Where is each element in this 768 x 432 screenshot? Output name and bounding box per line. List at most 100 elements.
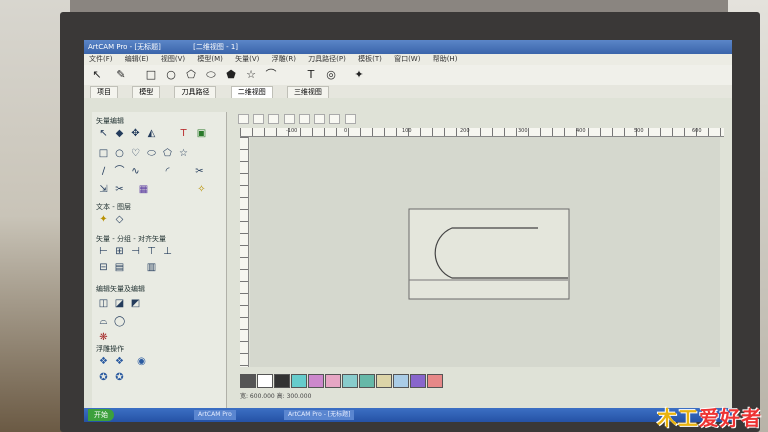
rectangle-icon[interactable]: □ [144, 68, 158, 82]
wizard-icon[interactable]: ✧ [196, 184, 207, 195]
scissors-icon[interactable]: ✂ [114, 184, 125, 195]
prop-button[interactable] [344, 114, 356, 124]
color-swatch[interactable] [325, 374, 341, 388]
ungroup-icon[interactable]: ▥ [146, 262, 157, 273]
offset-icon[interactable]: ⇲ [98, 184, 109, 195]
color-swatch[interactable] [291, 374, 307, 388]
rectangle-icon[interactable]: □ [98, 148, 109, 159]
prop-button[interactable] [314, 114, 326, 124]
texture-icon[interactable]: ▦ [138, 184, 149, 195]
tab-project[interactable]: 项目 [90, 86, 118, 98]
shape-editor-icon[interactable]: ❖ [98, 356, 109, 367]
close-vector-icon[interactable]: ◯ [114, 316, 125, 327]
ellipse-icon[interactable]: ○ [164, 68, 178, 82]
heart-icon[interactable]: ♡ [130, 148, 141, 159]
color-swatch[interactable] [376, 374, 392, 388]
menu-relief[interactable]: 浮雕(R) [272, 55, 296, 63]
polygon-icon[interactable]: ⬠ [162, 148, 173, 159]
text-icon[interactable]: T [304, 68, 318, 82]
arc-icon[interactable]: ⌒ [264, 68, 278, 82]
menu-file[interactable]: 文件(F) [89, 55, 113, 63]
node-icon[interactable]: ◆ [114, 128, 125, 139]
align-right-icon[interactable]: ⊣ [130, 246, 141, 257]
paint-icon[interactable]: ✦ [352, 68, 366, 82]
menu-window[interactable]: 窗口(W) [394, 55, 420, 63]
color-swatch[interactable] [308, 374, 324, 388]
menu-view[interactable]: 视图(V) [161, 55, 185, 63]
intersect-icon[interactable]: ◩ [130, 298, 141, 309]
align-center-icon[interactable]: ⊞ [114, 246, 125, 257]
tab-model[interactable]: 模型 [132, 86, 161, 98]
pentagon-icon[interactable]: ⬟ [224, 68, 238, 82]
curve-icon[interactable]: ∿ [130, 166, 141, 177]
oval-icon[interactable]: ⬭ [146, 148, 157, 159]
window-titlebar[interactable]: ArtCAM Pro - [无标题] [二维视图 - 1] [84, 40, 732, 54]
node-edit-icon[interactable]: ✎ [114, 68, 128, 82]
join-icon[interactable]: ⌓ [98, 316, 109, 327]
color-swatch[interactable] [342, 374, 358, 388]
circle-icon[interactable]: ○ [114, 148, 125, 159]
prop-button[interactable] [238, 114, 249, 124]
turn-icon[interactable]: ✪ [114, 372, 125, 383]
ruler-mark: 0 [344, 128, 348, 134]
align-left-icon[interactable]: ⊢ [98, 246, 109, 257]
color-swatch[interactable] [393, 374, 409, 388]
align-top-icon[interactable]: ⊤ [146, 246, 157, 257]
design-page[interactable] [408, 208, 572, 302]
polygon-icon[interactable]: ⬠ [184, 68, 198, 82]
spin-icon[interactable]: ✪ [98, 372, 109, 383]
color-swatch[interactable] [274, 374, 290, 388]
layer-icon[interactable]: ✦ [98, 214, 109, 225]
color-swatch[interactable] [359, 374, 375, 388]
ruler-mark: -100 [286, 128, 298, 134]
menu-template[interactable]: 模板(T) [358, 55, 382, 63]
distribute-icon[interactable]: ⊟ [98, 262, 109, 273]
smooth-icon[interactable]: ❋ [98, 332, 109, 343]
color-swatch[interactable] [257, 374, 273, 388]
menu-help[interactable]: 帮助(H) [433, 55, 458, 63]
prop-button[interactable] [253, 114, 265, 124]
taskbar-item[interactable]: ArtCAM Pro [194, 410, 236, 420]
weld-icon[interactable]: ◫ [98, 298, 109, 309]
tab-toolpath[interactable]: 刀具路径 [174, 86, 217, 98]
menu-vector[interactable]: 矢量(V) [235, 55, 259, 63]
taskbar-item[interactable]: ArtCAM Pro - [无标题] [284, 410, 355, 420]
color-palette [240, 374, 444, 388]
tab-2d-view[interactable]: 二维视图 [230, 86, 273, 98]
oval-icon[interactable]: ⬭ [204, 68, 218, 82]
start-button[interactable]: 开始 [88, 409, 114, 421]
color-swatch[interactable] [427, 374, 443, 388]
transform-icon[interactable]: ✥ [130, 128, 141, 139]
group-vectors-icon[interactable]: ▤ [114, 262, 125, 273]
ruler-mark: 300 [518, 128, 528, 134]
sphere-icon[interactable]: ◉ [136, 356, 147, 367]
tab-3d-view[interactable]: 三维视图 [286, 86, 329, 98]
arc-icon[interactable]: ⌒ [114, 166, 125, 177]
group-icon[interactable]: ◇ [114, 214, 125, 225]
mirror-icon[interactable]: ◭ [146, 128, 157, 139]
line-icon[interactable]: ∕ [98, 166, 109, 177]
subtract-icon[interactable]: ◪ [114, 298, 125, 309]
prop-button[interactable] [283, 114, 295, 124]
menu-edit[interactable]: 编辑(E) [125, 55, 149, 63]
menu-toolpath[interactable]: 刀具路径(P) [308, 55, 346, 63]
assistant-panel: 矢量编辑 ↖ ◆ ✥ ◭ T ▣ □ ○ ♡ ⬭ ⬠ ☆ ∕ ⌒ ∿ ◜ ✂ ⇲… [92, 112, 227, 412]
text-icon[interactable]: T [178, 128, 189, 139]
relief-icon[interactable]: ◎ [324, 68, 338, 82]
trim-icon[interactable]: ✂ [194, 166, 205, 177]
star-icon[interactable]: ☆ [178, 148, 189, 159]
panel-section-text-layer: 文本 - 图层 [96, 203, 131, 211]
align-bottom-icon[interactable]: ⊥ [162, 246, 173, 257]
star-icon[interactable]: ☆ [244, 68, 258, 82]
select-icon[interactable]: ↖ [90, 68, 104, 82]
prop-button[interactable] [329, 114, 341, 124]
prop-button[interactable] [268, 114, 280, 124]
color-swatch[interactable] [240, 374, 256, 388]
extrude-icon[interactable]: ❖ [114, 356, 125, 367]
fillet-icon[interactable]: ◜ [162, 166, 173, 177]
select-icon[interactable]: ↖ [98, 128, 109, 139]
bitmap-icon[interactable]: ▣ [196, 128, 207, 139]
color-swatch[interactable] [410, 374, 426, 388]
menu-model[interactable]: 模型(M) [197, 55, 223, 63]
prop-button[interactable] [298, 114, 310, 124]
